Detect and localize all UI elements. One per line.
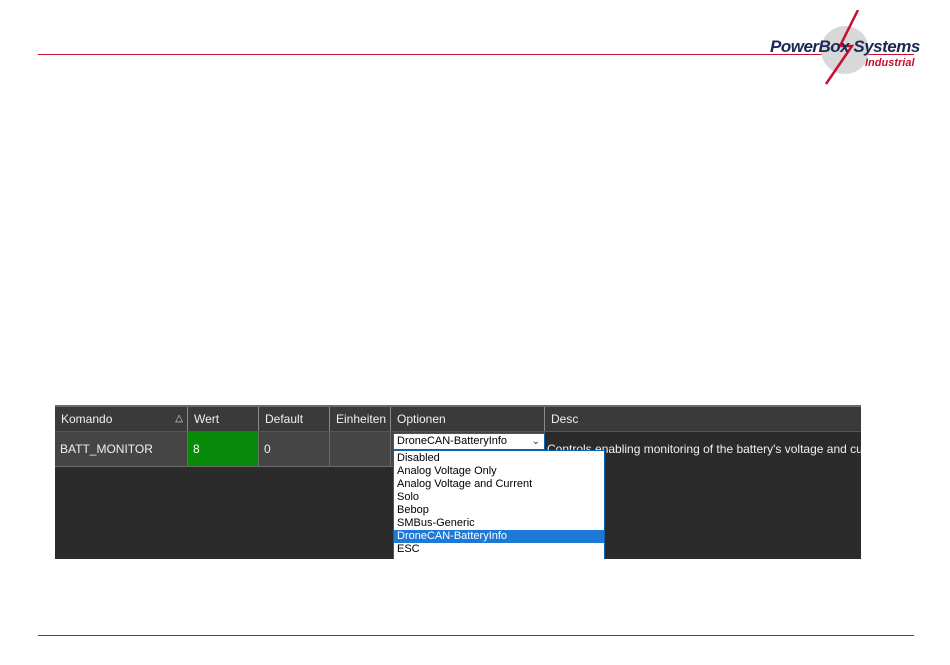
dropdown-option-disabled[interactable]: Disabled [394, 452, 604, 465]
sort-ascending-icon: △ [175, 413, 183, 424]
parameter-grid: Komando △ Wert Default Einheiten Optione… [55, 405, 861, 559]
dropdown-option-dronecan-batteryinfo[interactable]: DroneCAN-BatteryInfo [394, 530, 604, 543]
dropdown-option-esc[interactable]: ESC [394, 543, 604, 556]
dropdown-option-bebop[interactable]: Bebop [394, 504, 604, 517]
column-header-label: Default [265, 412, 304, 426]
dropdown-option-solo[interactable]: Solo [394, 491, 604, 504]
cell-units[interactable] [330, 432, 391, 467]
bottom-divider [38, 635, 914, 636]
column-header-label: Wert [194, 412, 220, 426]
chevron-down-icon[interactable]: ⌄ [532, 434, 540, 449]
column-header-einheiten[interactable]: Einheiten [330, 407, 391, 431]
options-dropdown-list: Disabled Analog Voltage Only Analog Volt… [393, 450, 605, 559]
column-header-label: Optionen [397, 412, 446, 426]
column-header-label: Desc [551, 412, 579, 426]
column-header-desc[interactable]: Desc [545, 407, 861, 431]
dropdown-option-analog-voltage-and-current[interactable]: Analog Voltage and Current [394, 478, 604, 491]
cell-command[interactable]: BATT_MONITOR [55, 432, 188, 467]
column-header-wert[interactable]: Wert [188, 407, 259, 431]
options-combobox[interactable]: DroneCAN-BatteryInfo ⌄ [393, 433, 545, 450]
powerbox-logo: PowerBox Systems Industrial [760, 10, 930, 85]
column-header-default[interactable]: Default [259, 407, 330, 431]
combobox-value: DroneCAN-BatteryInfo [397, 435, 508, 447]
dropdown-option-analog-voltage-only[interactable]: Analog Voltage Only [394, 465, 604, 478]
cell-default[interactable]: 0 [259, 432, 330, 467]
column-header-label: Komando [61, 412, 113, 426]
column-header-label: Einheiten [336, 412, 387, 426]
logo-wordmark: PowerBox Systems [770, 37, 920, 56]
cell-value[interactable]: 8 [188, 432, 259, 467]
column-header-optionen[interactable]: Optionen [391, 407, 545, 431]
dropdown-option-smbus-generic[interactable]: SMBus-Generic [394, 517, 604, 530]
logo-subtitle: Industrial [865, 57, 915, 69]
column-header-komando[interactable]: Komando △ [55, 407, 188, 431]
